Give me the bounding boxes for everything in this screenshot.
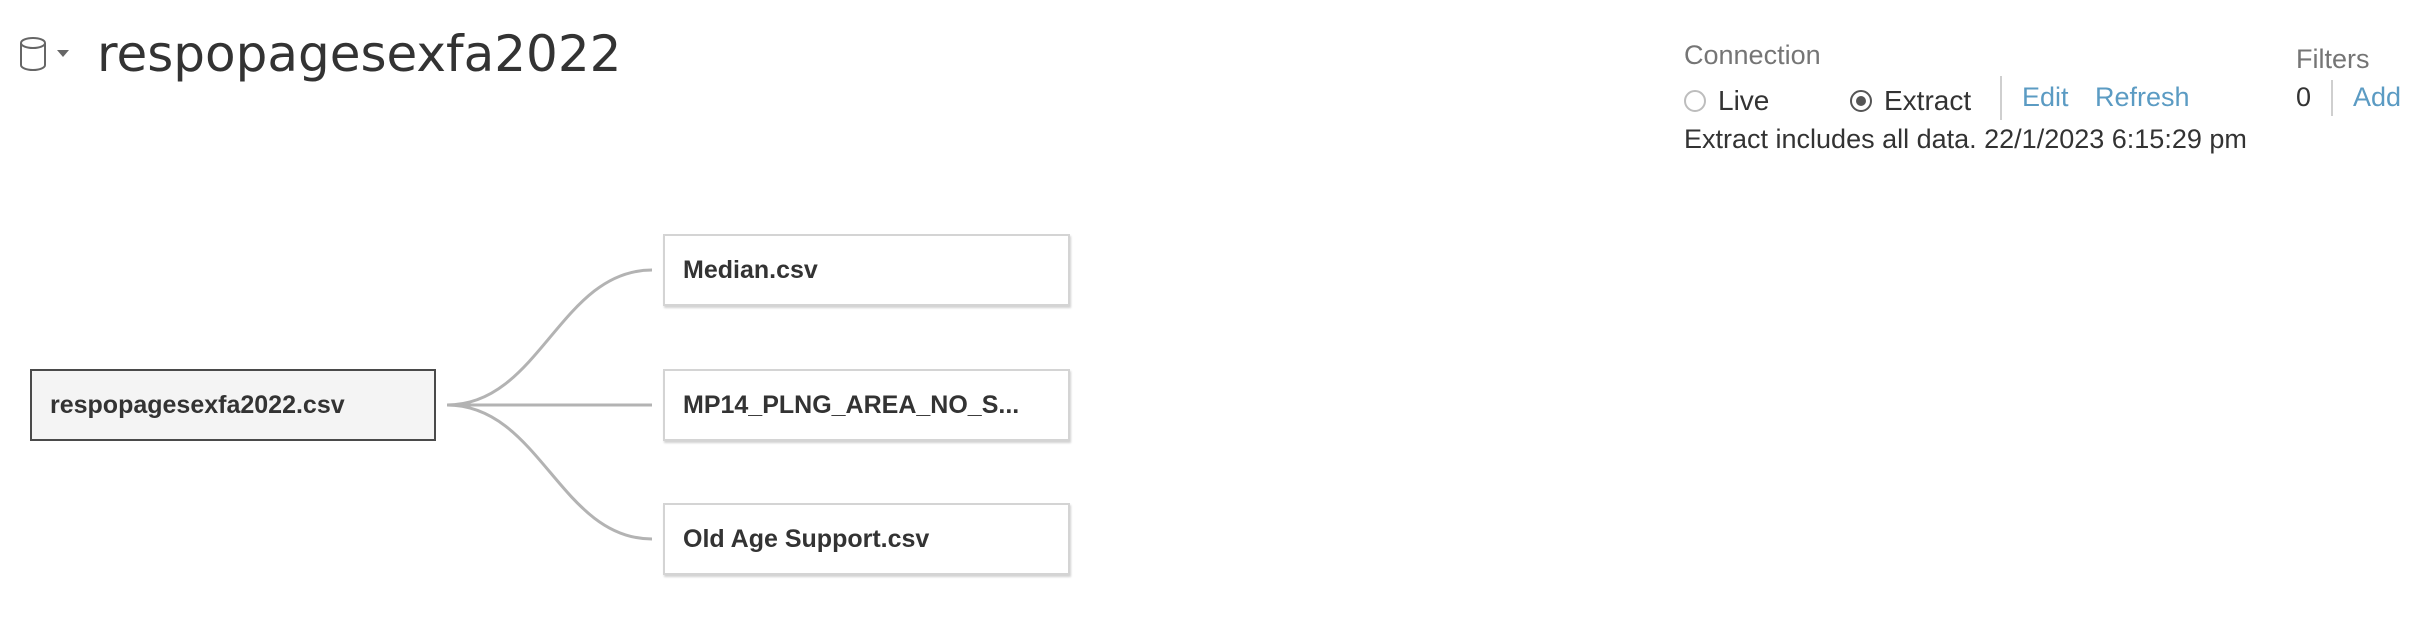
connector-line (446, 403, 653, 541)
connection-label: Connection (1684, 40, 1821, 70)
live-label: Live (1718, 85, 1770, 116)
datasource-menu-button[interactable] (18, 34, 72, 76)
related-table-card[interactable]: Median.csv (663, 234, 1070, 306)
data-source-page: respopagesexfa2022 Connection Live Extra… (0, 0, 2422, 624)
divider (2000, 76, 2002, 120)
related-table-card[interactable]: Old Age Support.csv (663, 503, 1070, 575)
edit-extract-link[interactable]: Edit (2022, 82, 2069, 113)
radio-checked-icon (1850, 90, 1872, 112)
extract-info-text: Extract includes all data. 22/1/2023 6:1… (1684, 124, 2247, 154)
divider (2331, 80, 2333, 116)
connection-extract-radio[interactable]: Extract (1850, 84, 1971, 118)
datasource-title[interactable]: respopagesexfa2022 (97, 22, 622, 86)
connector-line (446, 268, 653, 407)
root-table-card[interactable]: respopagesexfa2022.csv (30, 369, 436, 441)
connection-live-radio[interactable]: Live (1684, 84, 1769, 118)
radio-unchecked-icon (1684, 90, 1706, 112)
add-filter-link[interactable]: Add (2353, 82, 2401, 113)
chevron-down-icon (57, 50, 69, 57)
extract-label: Extract (1884, 85, 1972, 116)
filters-count: 0 (2296, 82, 2312, 112)
filters-label: Filters (2296, 44, 2370, 74)
related-table-card[interactable]: MP14_PLNG_AREA_NO_S... (663, 369, 1070, 441)
refresh-extract-link[interactable]: Refresh (2095, 82, 2190, 113)
